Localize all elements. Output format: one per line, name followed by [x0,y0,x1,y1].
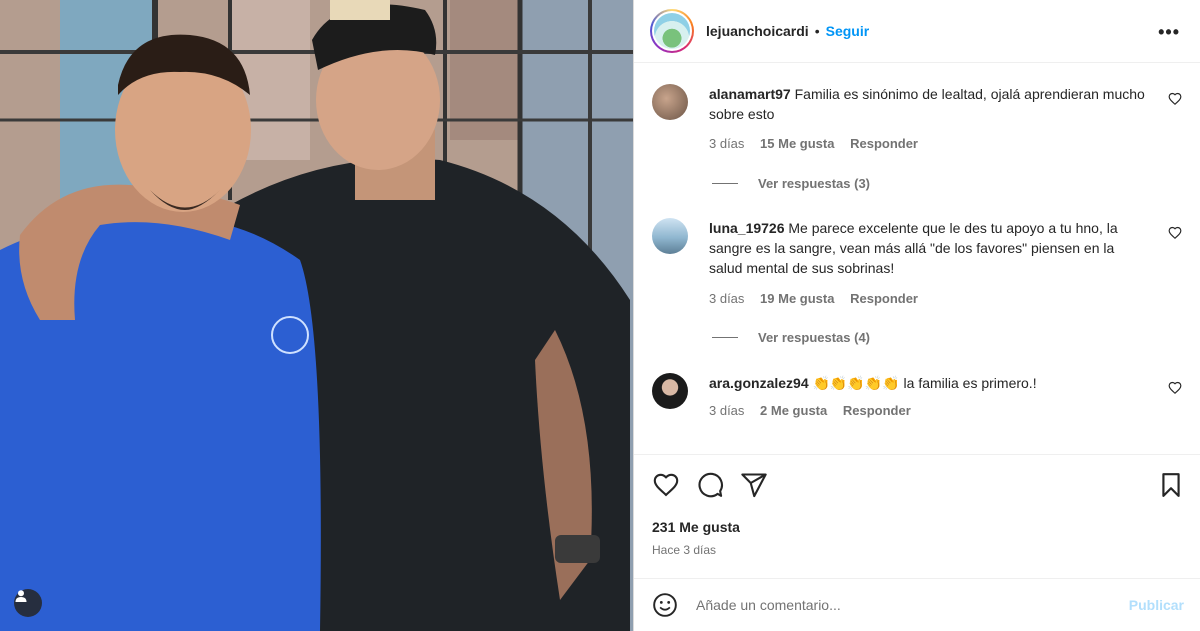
comment-age: 3 días [709,291,745,306]
commenter-avatar[interactable] [652,84,688,120]
view-replies-button[interactable]: Ver respuestas (3) [712,176,870,191]
comment-meta: 3 días 15 Me gusta Responder [709,136,930,151]
view-replies-button[interactable]: Ver respuestas (4) [712,330,870,345]
bookmark-icon[interactable] [1158,471,1184,499]
view-replies-label: Ver respuestas (3) [758,176,871,191]
comment-likes[interactable]: 15 Me gusta [760,136,834,151]
comment-age: 3 días [709,403,745,418]
person-tag-icon [15,590,27,602]
like-comment-heart-icon[interactable] [1168,226,1182,240]
post-photo[interactable] [0,0,633,631]
likes-count[interactable]: 231 Me gusta [652,519,740,535]
post-actions: 231 Me gusta Hace 3 días [634,454,1200,578]
comment-text-block: luna_19726 Me parece excelente que le de… [709,218,1149,278]
comment-composer: Publicar [634,578,1200,631]
header-separator: • [814,23,820,39]
tagged-people-button[interactable] [14,589,42,617]
heart-icon[interactable] [652,471,680,499]
comment-likes[interactable]: 19 Me gusta [760,291,834,306]
post-header: lejuanchoicardi • Seguir ••• [634,0,1200,63]
commenter-username[interactable]: ara.gonzalez94 [709,375,809,391]
replies-line [712,183,738,184]
comment-meta: 3 días 2 Me gusta Responder [709,403,923,418]
comments-list[interactable]: alanamart97 Familia es sinónimo de lealt… [634,64,1200,454]
commenter-username[interactable]: alanamart97 [709,86,791,102]
share-icon[interactable] [740,471,768,499]
post-sidebar: lejuanchoicardi • Seguir ••• alanamart97… [634,0,1200,631]
emoji-icon[interactable] [652,592,678,618]
more-icon[interactable]: ••• [1158,22,1180,43]
photo-illustration [0,0,633,631]
replies-line [712,337,738,338]
follow-button[interactable]: Seguir [826,23,870,39]
comment-text-block: ara.gonzalez94 👏👏👏👏👏 la familia es prime… [709,373,1149,393]
comment-likes[interactable]: 2 Me gusta [760,403,827,418]
like-comment-heart-icon[interactable] [1168,381,1182,395]
reply-button[interactable]: Responder [843,403,911,418]
author-username[interactable]: lejuanchoicardi [706,23,809,39]
like-comment-heart-icon[interactable] [1168,92,1182,106]
reply-button[interactable]: Responder [850,291,918,306]
reply-button[interactable]: Responder [850,136,918,151]
view-replies-label: Ver respuestas (4) [758,330,871,345]
commenter-avatar[interactable] [652,373,688,409]
comment-input[interactable] [696,597,1076,613]
publish-button[interactable]: Publicar [1129,597,1184,613]
post-time: Hace 3 días [652,543,717,557]
comment-meta: 3 días 19 Me gusta Responder [709,291,930,306]
action-icons [652,471,768,499]
comment-icon[interactable] [696,471,724,499]
author-avatar[interactable] [650,9,694,53]
comment-text: 👏👏👏👏👏 la familia es primero.! [812,375,1037,391]
comment-age: 3 días [709,136,745,151]
commenter-avatar[interactable] [652,218,688,254]
comment-text-block: alanamart97 Familia es sinónimo de lealt… [709,84,1149,124]
commenter-username[interactable]: luna_19726 [709,220,785,236]
